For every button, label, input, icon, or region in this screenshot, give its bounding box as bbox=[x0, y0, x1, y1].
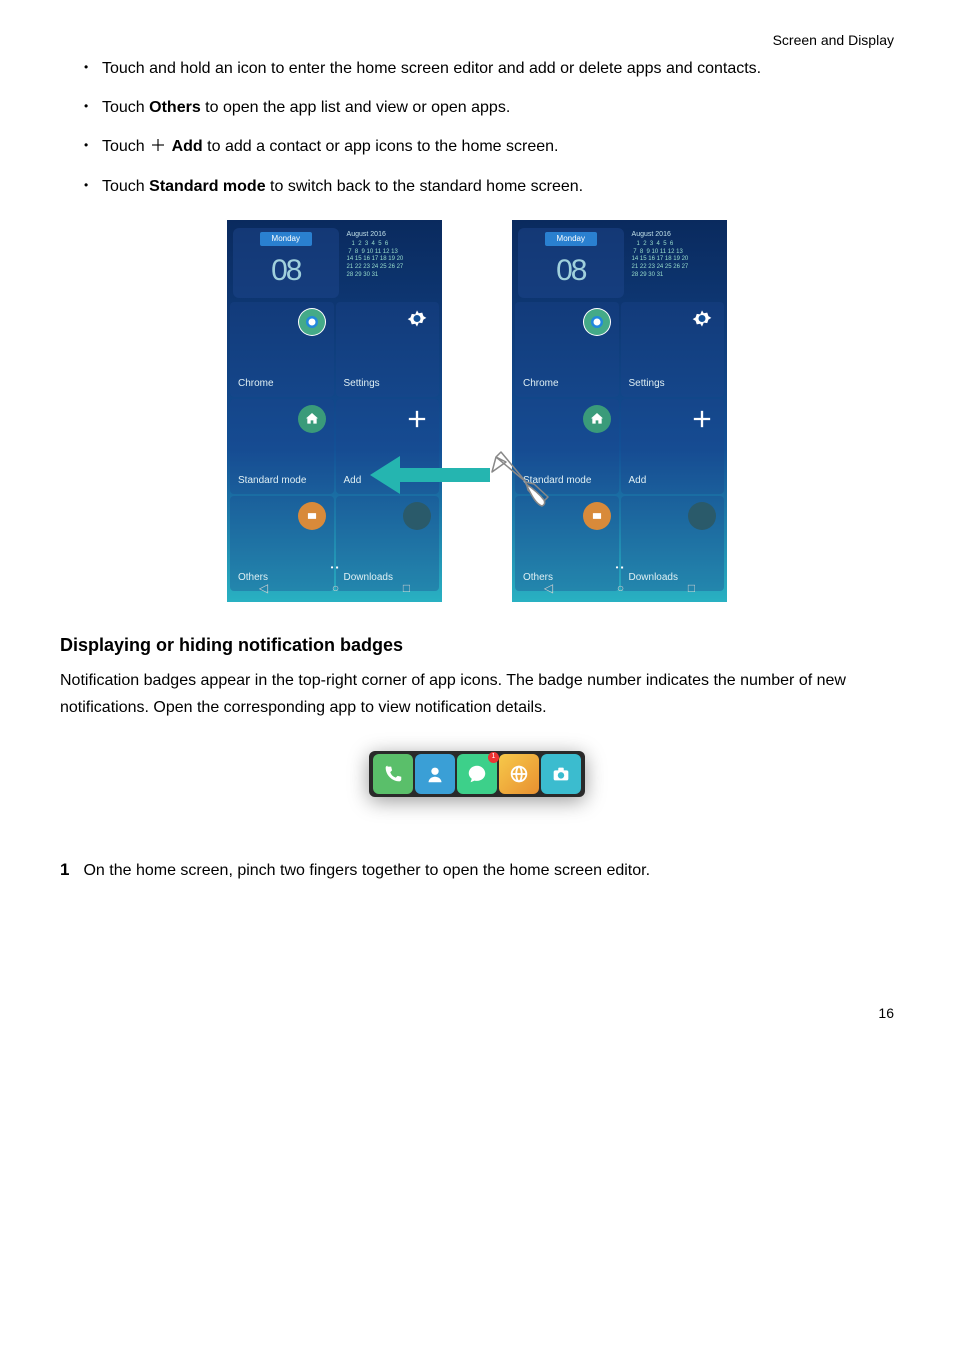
home-nav-icon: ○ bbox=[617, 579, 624, 597]
cal-row: 14 15 16 17 18 19 20 bbox=[347, 256, 432, 264]
bullet-item: Touch Others to open the app list and vi… bbox=[84, 94, 894, 121]
nav-bar: ◁ ○ □ bbox=[512, 574, 727, 602]
cal-row: 28 29 30 31 bbox=[347, 272, 432, 280]
plus-icon bbox=[688, 405, 716, 433]
dock-image: 1 bbox=[60, 751, 894, 797]
plus-icon bbox=[403, 405, 431, 433]
bullet-text: Touch and hold an icon to enter the home… bbox=[102, 60, 761, 77]
app-tile-standard: Standard mode bbox=[515, 399, 619, 494]
app-label: Settings bbox=[629, 376, 717, 391]
weekday-label: Monday bbox=[545, 232, 597, 246]
calendar-widget: August 2016 1 2 3 4 5 6 7 8 9 10 11 12 1… bbox=[343, 228, 436, 298]
bullet-bold: Standard mode bbox=[149, 178, 265, 195]
app-label: Standard mode bbox=[523, 473, 611, 488]
bullet-text: to open the app list and view or open ap… bbox=[201, 99, 511, 116]
instruction-list: Touch and hold an icon to enter the home… bbox=[84, 55, 894, 200]
bullet-text: to switch back to the standard home scre… bbox=[266, 178, 584, 195]
app-label: Add bbox=[344, 473, 432, 488]
chrome-icon bbox=[583, 308, 611, 336]
section-body: Notification badges appear in the top-ri… bbox=[60, 667, 894, 721]
app-tile-chrome: Chrome bbox=[230, 302, 334, 397]
notification-badge: 1 bbox=[488, 752, 499, 763]
cal-row: 1 2 3 4 5 6 bbox=[632, 241, 717, 249]
bullet-item: Touch Standard mode to switch back to th… bbox=[84, 173, 894, 200]
folder-icon bbox=[583, 502, 611, 530]
app-tile-chrome: Chrome bbox=[515, 302, 619, 397]
bullet-bold: Add bbox=[172, 138, 203, 155]
downloads-icon bbox=[688, 502, 716, 530]
page-indicator: • ▪ bbox=[512, 562, 727, 574]
bullet-bold: Others bbox=[149, 99, 201, 116]
settings-icon bbox=[403, 308, 431, 336]
downloads-icon bbox=[403, 502, 431, 530]
cal-row: 1 2 3 4 5 6 bbox=[347, 241, 432, 249]
app-tile-settings: Settings bbox=[336, 302, 440, 397]
contacts-app-icon bbox=[415, 754, 455, 794]
cal-row: 7 8 9 10 11 12 13 bbox=[347, 249, 432, 257]
cal-row: 21 22 23 24 25 26 27 bbox=[347, 264, 432, 272]
app-tile-settings: Settings bbox=[621, 302, 725, 397]
browser-app-icon bbox=[499, 754, 539, 794]
cal-row: 7 8 9 10 11 12 13 bbox=[632, 249, 717, 257]
month-label: August 2016 bbox=[347, 230, 432, 239]
settings-icon bbox=[688, 308, 716, 336]
app-label: Chrome bbox=[523, 376, 611, 391]
date-widget: Monday 08 bbox=[518, 228, 624, 298]
recent-icon: □ bbox=[403, 579, 410, 597]
app-tile-add: Add bbox=[336, 399, 440, 494]
weekday-label: Monday bbox=[260, 232, 312, 246]
step-text: On the home screen, pinch two fingers to… bbox=[83, 859, 650, 883]
app-tile-add: Add bbox=[621, 399, 725, 494]
recent-icon: □ bbox=[688, 579, 695, 597]
app-label: Chrome bbox=[238, 376, 326, 391]
calendar-widget: August 2016 1 2 3 4 5 6 7 8 9 10 11 12 1… bbox=[628, 228, 721, 298]
bullet-item: Touch Add to add a contact or app icons … bbox=[84, 133, 894, 160]
phone-screenshot-right: Monday 08 August 2016 1 2 3 4 5 6 7 8 9 … bbox=[512, 220, 727, 602]
folder-icon bbox=[298, 502, 326, 530]
date-number: 08 bbox=[271, 248, 300, 293]
step-number: 1 bbox=[60, 857, 69, 883]
cal-row: 14 15 16 17 18 19 20 bbox=[632, 256, 717, 264]
messages-app-icon: 1 bbox=[457, 754, 497, 794]
page-header-breadcrumb: Screen and Display bbox=[60, 30, 894, 51]
home-icon bbox=[298, 405, 326, 433]
screenshot-row: Monday 08 August 2016 1 2 3 4 5 6 7 8 9 … bbox=[60, 220, 894, 602]
plus-icon bbox=[149, 136, 167, 154]
phone-screenshot-left: Monday 08 August 2016 1 2 3 4 5 6 7 8 9 … bbox=[227, 220, 442, 602]
app-label: Standard mode bbox=[238, 473, 326, 488]
bullet-item: Touch and hold an icon to enter the home… bbox=[84, 55, 894, 82]
cal-row: 21 22 23 24 25 26 27 bbox=[632, 264, 717, 272]
date-number: 08 bbox=[556, 248, 585, 293]
cal-row: 28 29 30 31 bbox=[632, 272, 717, 280]
phone-app-icon bbox=[373, 754, 413, 794]
month-label: August 2016 bbox=[632, 230, 717, 239]
page-indicator: • ▪ bbox=[227, 562, 442, 574]
section-heading: Displaying or hiding notification badges bbox=[60, 632, 894, 659]
bullet-text: Touch bbox=[102, 138, 149, 155]
home-nav-icon: ○ bbox=[332, 579, 339, 597]
camera-app-icon bbox=[541, 754, 581, 794]
app-tile-standard: Standard mode bbox=[230, 399, 334, 494]
nav-bar: ◁ ○ □ bbox=[227, 574, 442, 602]
bullet-text: Touch bbox=[102, 99, 149, 116]
bullet-text: to add a contact or app icons to the hom… bbox=[203, 138, 559, 155]
app-label: Add bbox=[629, 473, 717, 488]
home-icon bbox=[583, 405, 611, 433]
back-icon: ◁ bbox=[259, 579, 268, 597]
chrome-icon bbox=[298, 308, 326, 336]
date-widget: Monday 08 bbox=[233, 228, 339, 298]
bullet-text: Touch bbox=[102, 178, 149, 195]
page-number: 16 bbox=[60, 1003, 894, 1024]
back-icon: ◁ bbox=[544, 579, 553, 597]
step-item: 1 On the home screen, pinch two fingers … bbox=[60, 857, 894, 883]
app-label: Settings bbox=[344, 376, 432, 391]
